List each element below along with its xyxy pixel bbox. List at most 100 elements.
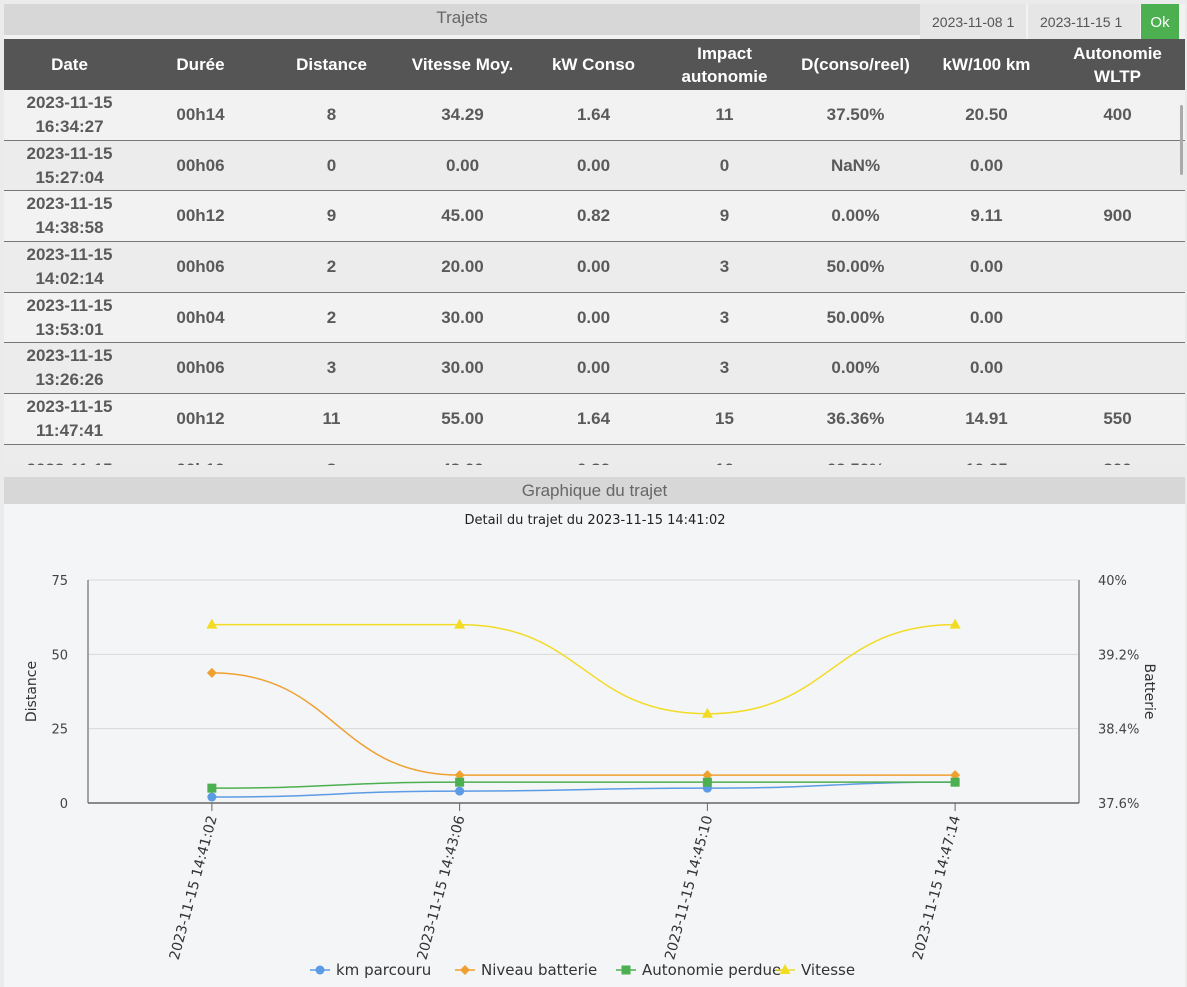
cell-avg-speed: 30.00 bbox=[441, 307, 484, 327]
cell-distance: 2 bbox=[326, 307, 337, 327]
x-tick-label: 2023-11-15 14:47:14 bbox=[910, 814, 964, 962]
cell-range-impact: 15 bbox=[715, 408, 734, 428]
table-row[interactable]: 2023-11-1500h10848.000.821062.50%10.2580… bbox=[4, 444, 1185, 465]
legend-label: Niveau batterie bbox=[481, 961, 597, 979]
table-row[interactable]: 2023-11-15 11:47:41 00h12 11 55.00 1.64 15 36.… bbox=[4, 394, 1185, 445]
cell-range-impact: 0 bbox=[719, 155, 730, 175]
y-tick-label: 25 bbox=[51, 723, 68, 738]
cell-distance: 9 bbox=[326, 206, 337, 226]
cell-date: 2023-11-15 11:47:41 bbox=[26, 396, 113, 440]
legend-item[interactable]: Autonomie perdue bbox=[616, 961, 781, 979]
trips-panel: Trajets 2023-11-08 1 2023-11-15 1 Ok Dat… bbox=[4, 4, 1185, 465]
legend-marker[interactable] bbox=[315, 965, 325, 975]
cell-avg-speed: 20.00 bbox=[441, 256, 484, 276]
column-header-date[interactable]: Date bbox=[4, 39, 135, 90]
chart-title: Detail du trajet du 2023-11-15 14:41:02 bbox=[465, 513, 726, 528]
cell-kw-100km: 0.00 bbox=[969, 358, 1004, 378]
cell-date: 2023-11-15 15:27:04 bbox=[26, 143, 113, 187]
legend-marker[interactable] bbox=[621, 965, 631, 975]
legend-marker[interactable] bbox=[460, 965, 470, 975]
cell-avg-speed: 48.00 bbox=[397, 445, 528, 465]
table-row[interactable]: 2023-11-15 13:26:26 00h06 3 30.00 0.00 3 0.00%… bbox=[4, 343, 1185, 395]
table-row[interactable]: 2023-11-15 13:53:01 00h04 2 30.00 0.00 3 50.00… bbox=[4, 293, 1185, 344]
column-header-conso-ratio[interactable]: D(conso/reel) bbox=[790, 39, 921, 90]
column-header-range-impact[interactable]: Impact autonomie bbox=[659, 39, 790, 90]
trips-table-body[interactable]: 2023-11-15 16:34:27 00h14 8 34.29 1.64 11 37.5… bbox=[4, 90, 1185, 465]
data-point[interactable] bbox=[455, 786, 465, 796]
cell-duration: 00h06 bbox=[176, 155, 225, 175]
cell-date: 2023-11-15 bbox=[4, 445, 135, 465]
end-date-input[interactable]: 2023-11-15 1 bbox=[1028, 4, 1140, 39]
y-tick-label: 0 bbox=[60, 797, 68, 812]
table-row[interactable]: 2023-11-15 14:02:14 00h06 2 20.00 0.00 3 50.00… bbox=[4, 242, 1185, 293]
cell-kw-conso: 0.00 bbox=[576, 307, 611, 327]
data-point[interactable] bbox=[207, 792, 217, 802]
cell-avg-speed: 55.00 bbox=[441, 408, 484, 428]
data-point[interactable] bbox=[455, 777, 465, 787]
column-header-kw-100km[interactable]: kW/100 km bbox=[921, 39, 1052, 90]
cell-conso-ratio: 50.00% bbox=[826, 307, 885, 327]
cell-range-impact: 3 bbox=[719, 256, 730, 276]
table-row[interactable]: 2023-11-15 15:27:04 00h06 0 0.00 0.00 0 NaN% 0.… bbox=[4, 140, 1185, 192]
cell-kw-conso: 0.82 bbox=[528, 445, 659, 465]
ok-button[interactable]: Ok bbox=[1141, 4, 1179, 40]
cell-duration: 00h12 bbox=[176, 408, 225, 428]
cell-wltp-range bbox=[1052, 242, 1183, 292]
cell-avg-speed: 0.00 bbox=[445, 155, 480, 175]
cell-wltp-range: 800 bbox=[1052, 445, 1183, 465]
legend-label: Vitesse bbox=[801, 961, 855, 979]
legend-label: Autonomie perdue bbox=[642, 961, 781, 979]
chart-panel-title: Graphique du trajet bbox=[4, 477, 1185, 504]
cell-wltp-range bbox=[1052, 343, 1183, 393]
cell-conso-ratio: NaN% bbox=[830, 155, 881, 175]
start-date-input[interactable]: 2023-11-08 1 bbox=[920, 4, 1026, 39]
cell-distance: 8 bbox=[326, 104, 337, 124]
column-header-avg-speed[interactable]: Vitesse Moy. bbox=[397, 39, 528, 90]
cell-date: 2023-11-15 13:53:01 bbox=[26, 295, 113, 339]
y2-axis-label: Batterie bbox=[1141, 663, 1157, 719]
legend-item[interactable]: km parcouru bbox=[310, 961, 431, 979]
y2-tick-label: 38.4% bbox=[1098, 723, 1139, 738]
y-tick-label: 75 bbox=[51, 574, 68, 589]
y2-tick-label: 37.6% bbox=[1098, 797, 1139, 812]
cell-range-impact: 3 bbox=[719, 358, 730, 378]
plot-area bbox=[88, 580, 1079, 803]
cell-wltp-range bbox=[1052, 293, 1183, 343]
cell-duration: 00h06 bbox=[176, 358, 225, 378]
cell-avg-speed: 34.29 bbox=[441, 104, 484, 124]
cell-kw-100km: 10.25 bbox=[921, 445, 1052, 465]
chart-panel: Graphique du trajet Detail du trajet du … bbox=[4, 477, 1185, 987]
cell-conso-ratio: 50.00% bbox=[826, 256, 885, 276]
cell-range-impact: 10 bbox=[659, 445, 790, 465]
y2-tick-label: 39.2% bbox=[1098, 648, 1139, 663]
cell-distance: 8 bbox=[266, 445, 397, 465]
cell-conso-ratio: 37.50% bbox=[826, 104, 885, 124]
legend-item[interactable]: Vitesse bbox=[775, 961, 855, 979]
cell-kw-100km: 20.50 bbox=[965, 104, 1008, 124]
table-row[interactable]: 2023-11-15 14:38:58 00h12 9 45.00 0.82 9 0.00%… bbox=[4, 191, 1185, 243]
data-point[interactable] bbox=[950, 777, 960, 787]
data-point[interactable] bbox=[207, 783, 217, 793]
cell-distance: 3 bbox=[326, 358, 337, 378]
cell-range-impact: 3 bbox=[719, 307, 730, 327]
cell-range-impact: 9 bbox=[719, 206, 730, 226]
data-point[interactable] bbox=[702, 777, 712, 787]
trips-title: Trajets bbox=[4, 4, 920, 35]
cell-kw-conso: 1.64 bbox=[576, 408, 611, 428]
cell-distance: 2 bbox=[326, 256, 337, 276]
cell-wltp-range: 900 bbox=[1103, 206, 1132, 226]
cell-avg-speed: 45.00 bbox=[441, 206, 484, 226]
column-header-wltp-range[interactable]: Autonomie WLTP bbox=[1052, 39, 1183, 90]
column-header-kw-conso[interactable]: kW Conso bbox=[528, 39, 659, 90]
table-scrollbar[interactable] bbox=[1180, 105, 1183, 175]
cell-kw-conso: 1.64 bbox=[576, 104, 611, 124]
legend-item[interactable]: Niveau batterie bbox=[455, 961, 597, 979]
cell-duration: 00h14 bbox=[176, 104, 225, 124]
column-header-duration[interactable]: Durée bbox=[135, 39, 266, 90]
page: Trajets 2023-11-08 1 2023-11-15 1 Ok Dat… bbox=[0, 0, 1187, 987]
table-row[interactable]: 2023-11-15 16:34:27 00h14 8 34.29 1.64 11 37.5… bbox=[4, 90, 1185, 141]
cell-kw-conso: 0.82 bbox=[576, 206, 611, 226]
column-header-distance[interactable]: Distance bbox=[266, 39, 397, 90]
cell-wltp-range bbox=[1052, 141, 1183, 191]
x-tick-label: 2023-11-15 14:45:10 bbox=[662, 814, 716, 962]
